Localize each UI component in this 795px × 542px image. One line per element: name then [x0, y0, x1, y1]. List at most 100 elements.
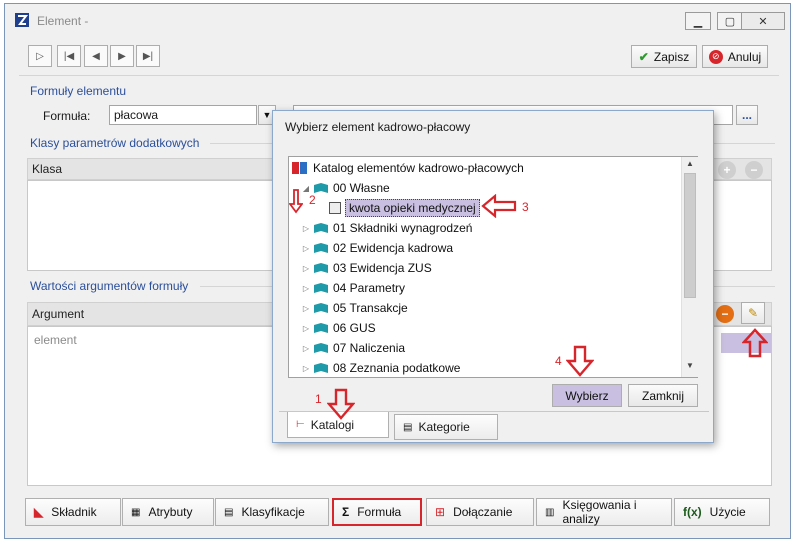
classification-icon: ▤ [224, 506, 234, 518]
formula-field[interactable]: płacowa [109, 105, 257, 125]
tree-item[interactable]: ▷ 08 Zeznania podatkowe [301, 358, 461, 378]
function-icon: f(x) [683, 505, 702, 519]
tab-dolaczanie[interactable]: ⊞ Dołączanie [426, 498, 534, 526]
scroll-up-icon[interactable]: ▲ [684, 159, 696, 171]
tab-label: Składnik [51, 505, 97, 519]
plus-icon: + [723, 163, 731, 177]
first-icon: |◀ [63, 50, 75, 62]
tree-item[interactable]: ▷ 02 Ewidencja kadrowa [301, 238, 453, 258]
tree-root-label: Katalog elementów kadrowo-płacowych [313, 161, 524, 175]
edit-argument-button[interactable]: ✎ [741, 302, 765, 324]
categories-icon: ▤ [403, 421, 413, 433]
minus-icon: − [750, 163, 758, 177]
tab-klasyfikacje[interactable]: ▤ Klasyfikacje [215, 498, 329, 526]
tree-item-label: 02 Ewidencja kadrowa [333, 241, 454, 255]
check-icon: ✔ [638, 49, 649, 64]
cancel-label: Anuluj [727, 49, 762, 64]
tab-label: Formuła [357, 505, 402, 519]
component-icon: ◣ [34, 505, 44, 519]
close-icon: ✕ [758, 15, 768, 28]
last-icon: ▶| [142, 50, 154, 62]
add-class-button[interactable]: + [718, 161, 736, 179]
minus-icon: − [721, 307, 729, 321]
tree-item[interactable]: ▷ 06 GUS [301, 318, 376, 338]
tab-label: Dołączanie [453, 505, 513, 519]
collapsed-icon: ▷ [302, 263, 310, 273]
tree-item[interactable]: ▷ 07 Naliczenia [301, 338, 405, 358]
collapsed-icon: ▷ [302, 343, 310, 353]
tree-item-label: 00 Własne [333, 181, 390, 195]
tree-item-selected[interactable]: kwota opieki medycznej [329, 198, 480, 218]
select-button[interactable]: Wybierz [552, 384, 622, 407]
tab-atrybuty[interactable]: ▦ Atrybuty [122, 498, 214, 526]
book-icon [314, 223, 328, 233]
tree-item[interactable]: ▷ 01 Składniki wynagrodzeń [301, 218, 473, 238]
collapsed-icon: ▷ [302, 283, 310, 293]
save-button[interactable]: ✔ Zapisz [631, 45, 697, 68]
book-icon [314, 343, 328, 353]
document-icon [329, 202, 341, 214]
tab-label: Użycie [709, 505, 746, 519]
close-label: Zamknij [641, 388, 684, 403]
minimize-button[interactable]: ▁ [685, 12, 711, 30]
cancel-button[interactable]: ⊘ Anuluj [702, 45, 768, 68]
prev-icon: ◀ [92, 50, 100, 62]
last-record-button[interactable]: ▶| [136, 45, 160, 67]
book-icon [314, 363, 328, 373]
book-icon [314, 303, 328, 313]
tab-formula[interactable]: Σ Formuła [332, 498, 422, 526]
tab-ksiegowania[interactable]: ▥ Księgowania i analizy [536, 498, 672, 526]
save-label: Zapisz [653, 49, 690, 64]
remove-argument-button[interactable]: − [716, 305, 734, 323]
class-column-header: Klasa [32, 162, 63, 176]
tree-item[interactable]: ▷ 03 Ewidencja ZUS [301, 258, 432, 278]
scroll-thumb[interactable] [684, 173, 696, 298]
book-icon [314, 263, 328, 273]
tab-label: Klasyfikacje [241, 505, 305, 519]
collapsed-icon: ▷ [302, 303, 310, 313]
first-record-button[interactable]: |◀ [57, 45, 81, 67]
tab-skladnik[interactable]: ◣ Składnik [25, 498, 121, 526]
collapsed-icon: ▷ [302, 363, 310, 373]
scroll-down-icon[interactable]: ▼ [684, 361, 696, 373]
window-title: Element - [37, 14, 89, 28]
ledger-icon: ▥ [545, 506, 555, 518]
prev-record-button[interactable]: ◀ [84, 45, 108, 67]
select-label: Wybierz [565, 388, 609, 403]
book-icon [314, 323, 328, 333]
tree-item[interactable]: ▷ 04 Parametry [301, 278, 405, 298]
remove-class-button[interactable]: − [745, 161, 763, 179]
tree-root[interactable]: Katalog elementów kadrowo-płacowych [291, 158, 524, 178]
minimize-icon: ▁ [693, 15, 703, 28]
close-button[interactable]: ✕ [741, 12, 785, 30]
cancel-icon: ⊘ [708, 49, 723, 64]
annotation-arrow-down [289, 189, 303, 214]
tree-scrollbar[interactable]: ▲ ▼ [681, 157, 698, 377]
tree-item-label: 08 Zeznania podatkowe [333, 361, 461, 375]
tab-uzycie[interactable]: f(x) Użycie [674, 498, 770, 526]
tree-item-label: 04 Parametry [333, 281, 406, 295]
formula-label: Formuła: [43, 109, 91, 123]
maximize-button[interactable]: ▢ [717, 12, 743, 30]
catalog-tree-icon: ⊢ [296, 419, 305, 430]
tab-kategorie[interactable]: ▤ Kategorie [394, 414, 498, 440]
argument-column-header: Argument [32, 307, 85, 321]
annotation-arrow-left [481, 194, 517, 218]
annotation-arrow-up [742, 328, 768, 358]
close-dialog-button[interactable]: Zamknij [628, 384, 698, 407]
next-record-button[interactable]: ▶ [110, 45, 134, 67]
arguments-section-title: Wartości argumentów formuły [30, 279, 189, 293]
annotation-label: 4 [555, 354, 562, 368]
browse-button[interactable]: ... [736, 105, 758, 125]
tree-item-label: 07 Naliczenia [333, 341, 406, 355]
formula-value: płacowa [114, 108, 159, 122]
pencil-icon: ✎ [747, 306, 759, 320]
tree-item-label: 03 Ewidencja ZUS [333, 261, 432, 275]
dialog-title: Wybierz element kadrowo-płacowy [285, 120, 471, 134]
first-nav-button[interactable]: ▷ [28, 45, 52, 67]
tree-item-label: 01 Składniki wynagrodzeń [333, 221, 473, 235]
title-bar: Element - ▁ ▢ ✕ [5, 4, 790, 36]
tree-item[interactable]: ▷ 05 Transakcje [301, 298, 408, 318]
tree-item-label: 06 GUS [333, 321, 376, 335]
catalog-tree[interactable]: Katalog elementów kadrowo-płacowych ◢ 00… [288, 156, 698, 378]
